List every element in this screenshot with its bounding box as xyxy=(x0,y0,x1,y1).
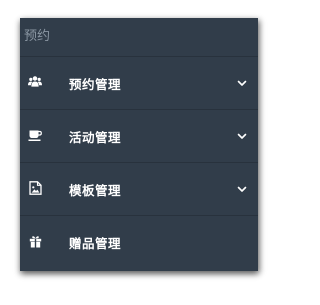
chevron-down-icon xyxy=(236,183,248,195)
menu-item-label: 活动管理 xyxy=(69,129,122,145)
image-file-icon xyxy=(28,181,42,195)
gift-icon xyxy=(28,234,42,248)
menu-item-label: 预约管理 xyxy=(69,76,122,92)
menu-item-template-management[interactable]: 模板管理 xyxy=(20,162,258,215)
menu-item-label: 模板管理 xyxy=(69,182,122,198)
menu-item-activity-management[interactable]: 活动管理 xyxy=(20,109,258,162)
sidebar-menu: 预约 预约管理 活动管理 模板管理 赠品管理 xyxy=(20,18,258,271)
users-icon xyxy=(28,75,42,89)
menu-item-label: 赠品管理 xyxy=(69,235,122,251)
chevron-down-icon xyxy=(236,77,248,89)
menu-item-reservation-management[interactable]: 预约管理 xyxy=(20,56,258,109)
chevron-down-icon xyxy=(236,130,248,142)
menu-item-gift-management[interactable]: 赠品管理 xyxy=(20,215,258,268)
coffee-cup-icon xyxy=(28,128,42,142)
section-label: 预约 xyxy=(24,29,51,44)
